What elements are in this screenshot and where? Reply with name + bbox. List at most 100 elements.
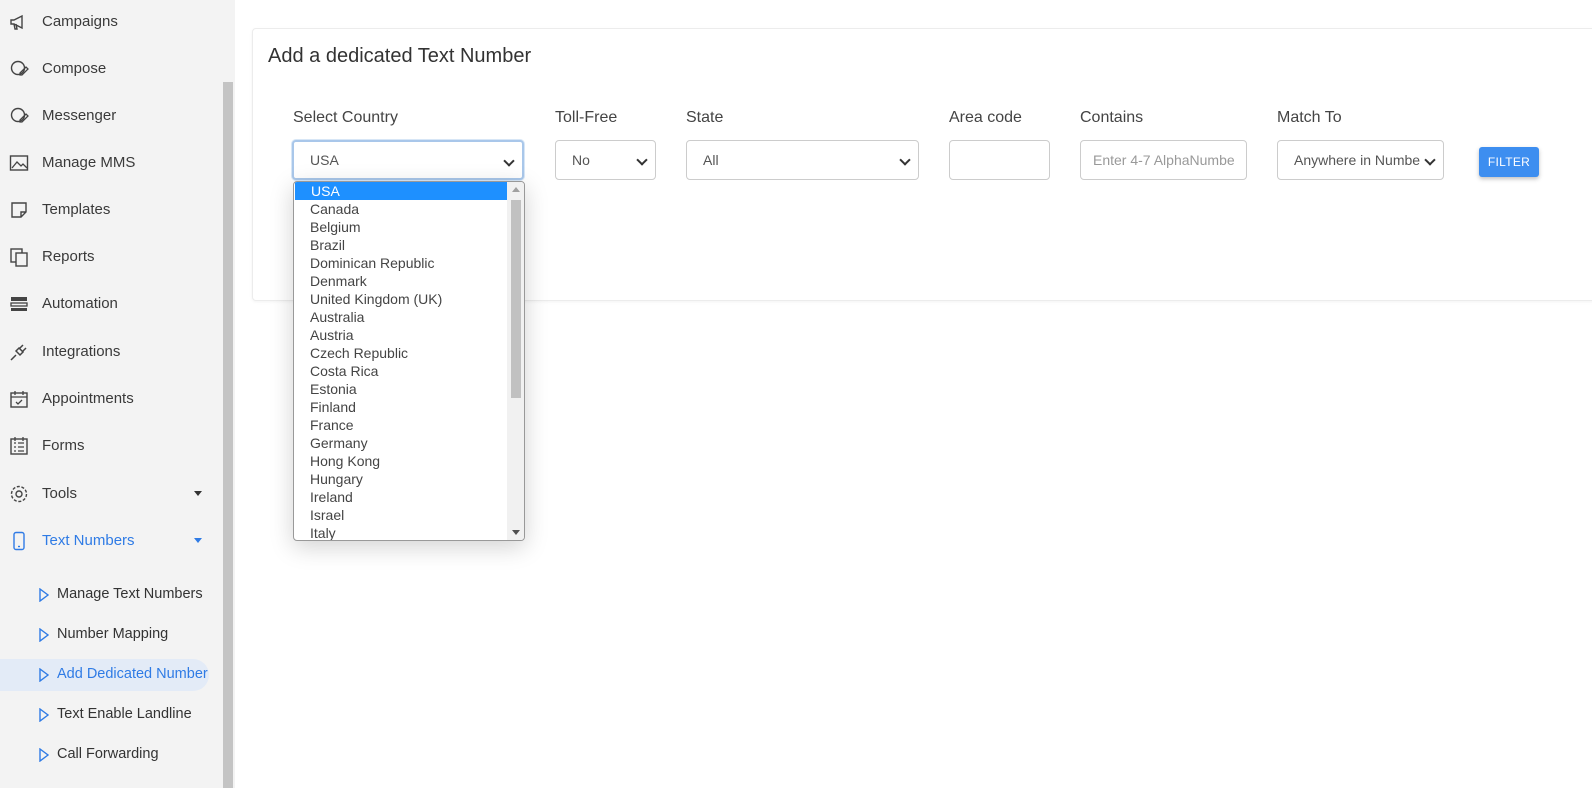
country-option[interactable]: Hungary	[294, 470, 508, 488]
contains-field[interactable]	[1093, 152, 1246, 168]
country-option[interactable]: Italy	[294, 524, 508, 540]
country-dropdown-list[interactable]: USA Canada Belgium Brazil Dominican Repu…	[293, 181, 525, 541]
compose-icon	[10, 60, 29, 76]
toll-free-label: Toll-Free	[555, 109, 618, 126]
country-option[interactable]: Finland	[294, 398, 508, 416]
plug-icon	[10, 344, 27, 361]
megaphone-icon	[10, 14, 23, 30]
country-option[interactable]: Israel	[294, 506, 508, 524]
sidebar-item-label: Forms	[42, 436, 85, 454]
form-icon	[10, 437, 28, 455]
sidebar-item-tools[interactable]: Tools	[0, 477, 221, 509]
contains-input[interactable]	[1080, 140, 1247, 180]
chevron-down-icon	[194, 538, 202, 543]
sidebar-item-label: Integrations	[42, 342, 121, 360]
area-code-field[interactable]	[966, 152, 1049, 168]
calendar-icon	[10, 391, 28, 408]
sidebar-item-label: Compose	[42, 59, 107, 77]
sidebar-item-label: Templates	[42, 200, 111, 218]
country-option[interactable]: Germany	[294, 434, 508, 452]
sidebar-item-label: Reports	[42, 247, 95, 265]
sidebar-subitem-manage-text-numbers[interactable]: Manage Text Numbers	[0, 579, 221, 611]
note-icon	[11, 202, 27, 218]
state-label: State	[686, 109, 724, 126]
chevron-down-icon	[194, 491, 202, 496]
country-option[interactable]: United Kingdom (UK)	[294, 290, 508, 308]
match-to-select-value: Anywhere in Numbe	[1294, 152, 1421, 168]
area-code-label: Area code	[949, 109, 1022, 126]
match-to-label: Match To	[1277, 109, 1342, 126]
triangle-right-icon	[39, 588, 49, 602]
state-select-value: All	[703, 152, 719, 168]
sidebar-item-label: Messenger	[42, 106, 117, 124]
toll-free-select[interactable]: No	[555, 140, 656, 180]
country-select-value: USA	[310, 152, 339, 168]
triangle-right-icon	[39, 748, 49, 762]
server-icon	[10, 297, 28, 311]
country-option[interactable]: Ireland	[294, 488, 508, 506]
match-to-select[interactable]: Anywhere in Numbe	[1277, 140, 1444, 180]
sidebar-subitem-label: Add Dedicated Number	[57, 666, 208, 682]
sidebar-subitem-label: Manage Text Numbers	[57, 586, 203, 602]
image-icon	[9, 155, 29, 171]
triangle-right-icon	[39, 628, 49, 642]
sidebar-subitem-call-forwarding[interactable]: Call Forwarding	[0, 739, 221, 771]
sidebar-subitem-number-mapping[interactable]: Number Mapping	[0, 619, 221, 651]
country-option[interactable]: Costa Rica	[294, 362, 508, 380]
sidebar: Campaigns Compose Messenger Manage MMS T…	[0, 0, 221, 788]
sidebar-item-label: Appointments	[42, 389, 134, 407]
country-option[interactable]: Denmark	[294, 272, 508, 290]
triangle-right-icon	[39, 708, 49, 722]
sidebar-item-label: Campaigns	[42, 12, 118, 30]
copy-icon	[10, 248, 28, 267]
country-select[interactable]: USA	[292, 140, 524, 180]
country-option[interactable]: Belgium	[294, 218, 508, 236]
sidebar-scrollbar-thumb[interactable]	[223, 82, 233, 788]
triangle-right-icon	[39, 668, 49, 682]
sidebar-item-templates[interactable]: Templates	[0, 193, 221, 225]
sidebar-item-label: Manage MMS	[42, 153, 136, 171]
country-option[interactable]: Czech Republic	[294, 344, 508, 362]
sidebar-item-label: Automation	[42, 294, 118, 312]
country-option[interactable]: Australia	[294, 308, 508, 326]
country-option[interactable]: Austria	[294, 326, 508, 344]
phone-icon	[13, 531, 25, 551]
scroll-down-arrow-icon[interactable]	[512, 530, 520, 535]
sidebar-item-label: Tools	[42, 484, 78, 502]
sidebar-subitem-label: Text Enable Landline	[57, 706, 192, 722]
country-options: USA Canada Belgium Brazil Dominican Repu…	[294, 182, 508, 540]
sidebar-item-automation[interactable]: Automation	[0, 287, 221, 319]
toll-free-select-value: No	[572, 152, 590, 168]
sidebar-item-integrations[interactable]: Integrations	[0, 335, 221, 367]
country-option[interactable]: Brazil	[294, 236, 508, 254]
filter-button[interactable]: FILTER	[1479, 147, 1539, 177]
state-select[interactable]: All	[686, 140, 919, 180]
sidebar-item-campaigns[interactable]: Campaigns	[0, 5, 221, 37]
sidebar-item-reports[interactable]: Reports	[0, 240, 221, 272]
dropdown-scrollbar-thumb[interactable]	[511, 200, 521, 398]
dropdown-scrollbar[interactable]	[507, 182, 524, 540]
country-option[interactable]: Hong Kong	[294, 452, 508, 470]
page-title: Add a dedicated Text Number	[268, 45, 532, 67]
contains-label: Contains	[1080, 109, 1144, 126]
gear-icon	[10, 485, 28, 503]
sidebar-subitem-label: Call Forwarding	[57, 746, 159, 762]
sidebar-item-forms[interactable]: Forms	[0, 429, 221, 461]
country-option[interactable]: USA	[295, 182, 508, 200]
sidebar-subitem-add-dedicated-number[interactable]: Add Dedicated Number	[0, 659, 209, 691]
sidebar-item-manage-mms[interactable]: Manage MMS	[0, 146, 221, 178]
sidebar-item-messenger[interactable]: Messenger	[0, 99, 221, 131]
sidebar-item-text-numbers[interactable]: Text Numbers	[0, 524, 221, 556]
country-option[interactable]: Estonia	[294, 380, 508, 398]
country-option[interactable]: France	[294, 416, 508, 434]
sidebar-item-appointments[interactable]: Appointments	[0, 382, 221, 414]
messenger-icon	[10, 107, 29, 123]
sidebar-subitem-text-enable-landline[interactable]: Text Enable Landline	[0, 699, 221, 731]
sidebar-item-compose[interactable]: Compose	[0, 52, 221, 84]
sidebar-item-label: Text Numbers	[42, 531, 135, 549]
country-option[interactable]: Dominican Republic	[294, 254, 508, 272]
scroll-up-arrow-icon[interactable]	[512, 187, 520, 192]
area-code-input[interactable]	[949, 140, 1050, 180]
country-option[interactable]: Canada	[294, 200, 508, 218]
country-label: Select Country	[293, 109, 398, 126]
